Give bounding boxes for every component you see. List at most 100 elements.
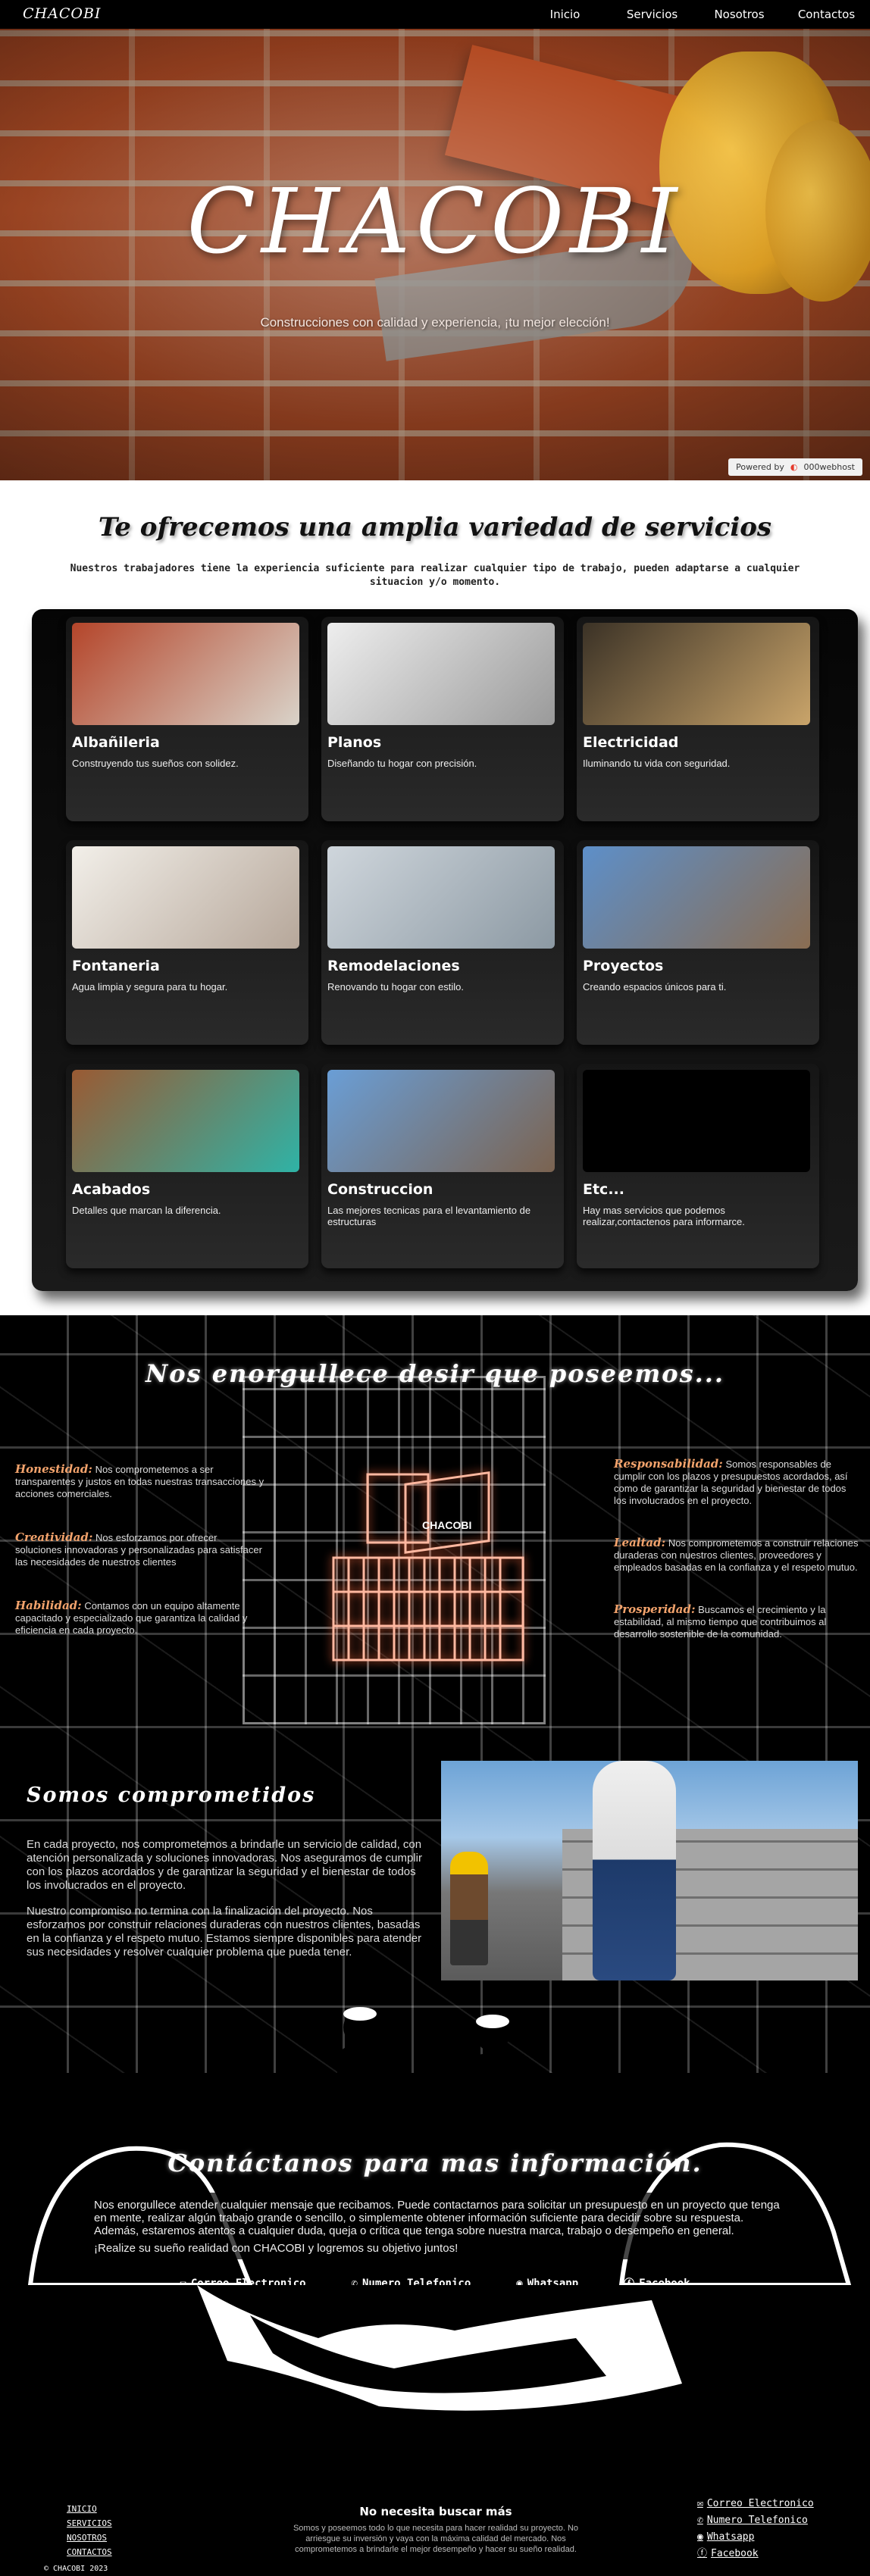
- service-card-title: Acabados: [72, 1181, 151, 1198]
- service-card-image: [72, 846, 299, 949]
- service-card[interactable]: Planos Diseñando tu hogar con precisión.: [321, 617, 564, 821]
- service-card[interactable]: Albañileria Construyendo tus sueños con s…: [66, 617, 308, 821]
- footer-link-inicio[interactable]: INICIO: [67, 2502, 112, 2516]
- facebook-icon: ⓕ: [624, 2278, 635, 2285]
- footer-text: Somos y poseemos todo lo que necesita pa…: [293, 2524, 579, 2554]
- commitment-heading: Somos comprometidos: [27, 1784, 316, 1807]
- footer-about: No necesita buscar más Somos y poseemos …: [288, 2505, 584, 2555]
- service-card-title: Albañileria: [72, 734, 160, 751]
- contact-link-email[interactable]: ✉ Correo Electronico: [180, 2276, 305, 2285]
- value-prosperidad: Prosperidad: Buscamos el crecimiento y l…: [614, 1602, 827, 1640]
- value-lealtad: Lealtad: Nos comprometemos a construir r…: [614, 1536, 859, 1573]
- powered-by-label: Powered by: [736, 462, 784, 472]
- service-card-title: Fontaneria: [72, 958, 160, 974]
- service-card-image: [583, 846, 810, 949]
- value-creatividad: Creatividad: Nos esforzamos por ofrecer …: [15, 1530, 262, 1568]
- webhost-logo-icon: ◐: [790, 462, 798, 472]
- contact-links: ✉ Correo Electronico ✆ Numero Telefonico ◉…: [0, 2276, 870, 2285]
- mail-icon: ✉: [697, 2498, 703, 2509]
- nav-brand[interactable]: CHACOBI: [23, 5, 101, 22]
- phone-icon: ✆: [697, 2515, 703, 2526]
- service-card[interactable]: Electricidad Iluminando tu vida con segur…: [577, 617, 819, 821]
- footer-link-whatsapp[interactable]: ◉ Whatsapp: [697, 2529, 814, 2546]
- service-card[interactable]: Construccion Las mejores tecnicas para el…: [321, 1064, 564, 1268]
- service-card-image: [583, 1070, 810, 1172]
- footer-silhouette-image: [197, 2285, 682, 2411]
- service-card-image: [327, 846, 555, 949]
- commitment-paragraph-2: Nuestro compromiso no termina con la fin…: [27, 1905, 422, 1959]
- service-card-image: [327, 623, 555, 725]
- contact-link-facebook[interactable]: ⓕ Facebook: [624, 2276, 690, 2285]
- service-card-title: Construccion: [327, 1181, 433, 1198]
- commitment-paragraph-1: En cada proyecto, nos comprometemos a br…: [27, 1838, 422, 1892]
- service-card[interactable]: Proyectos Creando espacios únicos para ti…: [577, 840, 819, 1045]
- services-panel: Albañileria Construyendo tus sueños con s…: [32, 609, 858, 1291]
- phone-icon: ✆: [351, 2277, 358, 2285]
- service-card-text: Creando espacios únicos para ti.: [583, 981, 727, 993]
- footer-contact-links: ✉ Correo Electronico ✆ Numero Telefonico ◉…: [697, 2496, 814, 2562]
- hero-tagline: Construcciones con calidad y experiencia…: [260, 315, 610, 330]
- service-card[interactable]: Acabados Detalles que marcan la diferenci…: [66, 1064, 308, 1268]
- hero-banner: CHACOBI Construcciones con calidad y exp…: [0, 29, 870, 480]
- footer-link-facebook[interactable]: ⓕ Facebook: [697, 2546, 814, 2562]
- service-card-image: [72, 1070, 299, 1172]
- service-card[interactable]: Etc... Hay mas servicios que podemos real…: [577, 1064, 819, 1268]
- service-card-title: Remodelaciones: [327, 958, 460, 974]
- workers-photo: [441, 1761, 858, 1980]
- service-card-text: Hay mas servicios que podemos realizar,c…: [583, 1205, 745, 1227]
- top-navbar: CHACOBI Inicio Servicios Nosotros Contac…: [0, 0, 870, 29]
- footer-link-email[interactable]: ✉ Correo Electronico: [697, 2496, 814, 2512]
- service-card-image: [72, 623, 299, 725]
- footer-link-servicios[interactable]: SERVICIOS: [67, 2516, 112, 2531]
- contact-message-box: Nos enorgullece atender cualquier mensaj…: [91, 2193, 788, 2259]
- value-responsabilidad: Responsabilidad: Somos responsables de c…: [614, 1457, 848, 1506]
- service-card-text: Renovando tu hogar con estilo.: [327, 981, 464, 993]
- footer-link-phone[interactable]: ✆ Numero Telefonico: [697, 2512, 814, 2529]
- contact-heading: Contáctanos para mas información.: [167, 2149, 703, 2177]
- service-card-title: Planos: [327, 734, 382, 751]
- logo-text: CHACOBI: [422, 1519, 471, 1531]
- value-habilidad: Habilidad: Contamos con un equipo altame…: [15, 1599, 248, 1636]
- service-card-title: Etc...: [583, 1181, 624, 1198]
- nav-links: Inicio Servicios Nosotros Contactos: [521, 0, 870, 29]
- service-card-text: Iluminando tu vida con seguridad.: [583, 758, 731, 769]
- service-card-text: Construyendo tus sueños con solidez.: [72, 758, 239, 769]
- service-card[interactable]: Remodelaciones Renovando tu hogar con est…: [321, 840, 564, 1045]
- value-honestidad: Honestidad: Nos comprometemos a ser tran…: [15, 1462, 264, 1499]
- contact-link-whatsapp[interactable]: ◉ Whatsapp: [516, 2276, 578, 2285]
- service-card-text: Agua limpia y segura para tu hogar.: [72, 981, 228, 993]
- about-section: CHACOBI Nos enorgullece desir que poseem…: [0, 1315, 870, 2285]
- service-card-image: [583, 623, 810, 725]
- nav-link-servicios[interactable]: Servicios: [609, 0, 696, 29]
- nav-link-inicio[interactable]: Inicio: [521, 0, 609, 29]
- service-card-text: Detalles que marcan la diferencia.: [72, 1205, 221, 1216]
- service-card[interactable]: Fontaneria Agua limpia y segura para tu h…: [66, 840, 308, 1045]
- footer-nav: INICIO SERVICIOS NOSOTROS CONTACTOS: [67, 2502, 112, 2559]
- service-card-image: [327, 1070, 555, 1172]
- contact-paragraph-1: Nos enorgullece atender cualquier mensaj…: [94, 2199, 780, 2237]
- values-heading: Nos enorgullece desir que poseemos...: [145, 1359, 724, 1388]
- contact-link-phone[interactable]: ✆ Numero Telefonico: [352, 2276, 471, 2285]
- whatsapp-icon: ◉: [697, 2531, 703, 2543]
- footer-link-contactos[interactable]: CONTACTOS: [67, 2545, 112, 2559]
- footer: INICIO SERVICIOS NOSOTROS CONTACTOS No n…: [0, 2285, 870, 2576]
- service-card-text: Diseñando tu hogar con precisión.: [327, 758, 477, 769]
- whatsapp-icon: ◉: [516, 2277, 523, 2285]
- powered-by-badge[interactable]: Powered by ◐ 000webhost: [728, 458, 862, 476]
- nav-link-contactos[interactable]: Contactos: [783, 0, 870, 29]
- services-heading: Te ofrecemos una amplia variedad de serv…: [98, 512, 772, 542]
- footer-heading: No necesita buscar más: [359, 2505, 512, 2518]
- mail-icon: ✉: [180, 2277, 186, 2285]
- nav-link-nosotros[interactable]: Nosotros: [696, 0, 783, 29]
- facebook-icon: ⓕ: [697, 2548, 708, 2559]
- service-card-title: Electricidad: [583, 734, 679, 751]
- hero-title: CHACOBI: [186, 169, 684, 274]
- service-card-title: Proyectos: [583, 958, 664, 974]
- services-description: Nuestros trabajadores tiene la experienc…: [70, 563, 800, 588]
- copyright: © CHACOBI 2023: [44, 2565, 108, 2573]
- services-section: Te ofrecemos una amplia variedad de serv…: [0, 480, 870, 1315]
- powered-by-brand: 000webhost: [803, 462, 856, 472]
- service-card-text: Las mejores tecnicas para el levantamien…: [327, 1205, 531, 1227]
- contact-paragraph-2: ¡Realize su sueño realidad con CHACOBI y…: [94, 2242, 458, 2255]
- footer-link-nosotros[interactable]: NOSOTROS: [67, 2531, 112, 2545]
